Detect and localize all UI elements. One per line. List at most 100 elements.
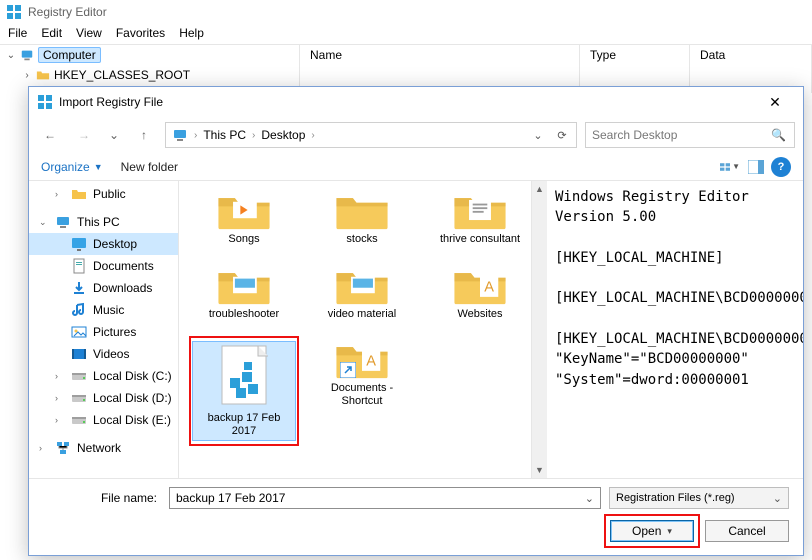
preview-pane-button[interactable] bbox=[745, 156, 767, 178]
folder-icon bbox=[71, 186, 87, 202]
nav-item-pictures[interactable]: Pictures bbox=[29, 321, 178, 343]
nav-item-music[interactable]: Music bbox=[29, 299, 178, 321]
nav-back-button[interactable]: ← bbox=[37, 122, 63, 148]
breadcrumb-thispc[interactable]: This PC bbox=[203, 128, 246, 142]
file-item[interactable]: A Websites bbox=[425, 262, 535, 323]
disk-icon bbox=[71, 368, 87, 384]
breadcrumb-dropdown[interactable]: ⌄ bbox=[528, 125, 548, 145]
nav-item-label: Music bbox=[93, 303, 124, 317]
refresh-button[interactable]: ⟳ bbox=[552, 125, 572, 145]
nav-item-label: Desktop bbox=[93, 237, 137, 251]
nav-item-documents[interactable]: Documents bbox=[29, 255, 178, 277]
filename-label: File name: bbox=[43, 491, 161, 505]
cancel-button[interactable]: Cancel bbox=[705, 520, 789, 542]
nav-item-local-disk-c-[interactable]: › Local Disk (C:) bbox=[29, 365, 178, 387]
nav-item-label: Network bbox=[77, 441, 121, 455]
files-scrollbar[interactable]: ▲ ▼ bbox=[531, 181, 547, 478]
nav-history-dropdown[interactable]: ⌄ bbox=[105, 122, 123, 148]
search-icon: 🔍 bbox=[771, 128, 786, 142]
regedit-menubar: File Edit View Favorites Help bbox=[0, 24, 812, 44]
folder-shortcut-icon: A bbox=[334, 338, 390, 380]
file-item[interactable]: video material bbox=[307, 262, 417, 323]
file-label: Songs bbox=[228, 233, 259, 246]
file-item[interactable]: backup 17 Feb 2017 bbox=[193, 342, 295, 439]
regedit-title: Registry Editor bbox=[28, 5, 107, 19]
filename-input[interactable]: backup 17 Feb 2017 bbox=[169, 487, 601, 509]
file-item[interactable]: Songs bbox=[189, 187, 299, 248]
disk-icon bbox=[71, 390, 87, 406]
file-label: video material bbox=[328, 308, 396, 321]
chevron-right-icon: › bbox=[194, 130, 197, 141]
highlighted-file: backup 17 Feb 2017 bbox=[189, 336, 299, 445]
help-button[interactable]: ? bbox=[771, 157, 791, 177]
nav-item-local-disk-d-[interactable]: ›Local Disk (D:) bbox=[29, 387, 178, 409]
nav-item-downloads[interactable]: Downloads bbox=[29, 277, 178, 299]
filetype-filter[interactable]: Registration Files (*.reg) bbox=[609, 487, 789, 509]
folder-image-icon bbox=[334, 264, 390, 306]
videos-icon bbox=[71, 346, 87, 362]
regedit-titlebar: Registry Editor bbox=[0, 0, 812, 24]
chevron-right-icon[interactable]: › bbox=[55, 393, 65, 403]
nav-item-desktop[interactable]: Desktop bbox=[29, 233, 178, 255]
nav-item-label: Downloads bbox=[93, 281, 152, 295]
chevron-right-icon[interactable]: › bbox=[55, 415, 65, 425]
open-button[interactable]: Open bbox=[610, 520, 694, 542]
file-label: backup 17 Feb 2017 bbox=[195, 412, 293, 437]
chevron-right-icon[interactable]: › bbox=[55, 189, 65, 199]
download-icon bbox=[71, 280, 87, 296]
breadcrumb-desktop[interactable]: Desktop bbox=[261, 128, 305, 142]
regedit-icon bbox=[37, 94, 53, 110]
file-label: troubleshooter bbox=[209, 308, 279, 321]
menu-help[interactable]: Help bbox=[179, 26, 204, 40]
chevron-down-icon[interactable]: ⌄ bbox=[6, 50, 16, 61]
regedit-icon bbox=[6, 4, 22, 20]
menu-edit[interactable]: Edit bbox=[41, 26, 62, 40]
chevron-right-icon[interactable]: › bbox=[22, 70, 32, 81]
nav-item-label: Documents bbox=[93, 259, 154, 273]
tree-node-hkcr[interactable]: HKEY_CLASSES_ROOT bbox=[54, 68, 190, 82]
nav-item-network[interactable]: › Network bbox=[29, 437, 178, 459]
chevron-right-icon[interactable]: › bbox=[55, 371, 65, 381]
nav-item-public[interactable]: › Public bbox=[29, 183, 178, 205]
nav-item-label: Local Disk (C:) bbox=[93, 369, 172, 383]
view-options-button[interactable]: ▼ bbox=[719, 156, 741, 178]
chevron-right-icon: › bbox=[252, 130, 255, 141]
new-folder-button[interactable]: New folder bbox=[121, 160, 178, 174]
menu-view[interactable]: View bbox=[76, 26, 102, 40]
file-label: stocks bbox=[346, 233, 377, 246]
dialog-title: Import Registry File bbox=[59, 95, 163, 109]
nav-item-label: Local Disk (E:) bbox=[93, 413, 171, 427]
menu-favorites[interactable]: Favorites bbox=[116, 26, 165, 40]
chevron-right-icon: › bbox=[311, 130, 314, 141]
folder-icon bbox=[36, 68, 50, 82]
file-item[interactable]: ADocuments - Shortcut bbox=[307, 336, 417, 445]
nav-item-label: This PC bbox=[77, 215, 120, 229]
nav-item-label: Videos bbox=[93, 347, 129, 361]
file-item[interactable]: thrive consultant bbox=[425, 187, 535, 248]
chevron-right-icon[interactable]: › bbox=[39, 443, 49, 453]
folder-font-icon: A bbox=[452, 264, 508, 306]
organize-button[interactable]: Organize ▼ bbox=[41, 160, 103, 174]
scroll-up-icon[interactable]: ▲ bbox=[532, 181, 547, 197]
regfile-icon bbox=[214, 344, 274, 410]
files-pane[interactable]: Songs stocks thrive consultant troubleshoot… bbox=[179, 181, 547, 478]
file-item[interactable]: troubleshooter bbox=[189, 262, 299, 323]
desktop-icon bbox=[71, 236, 87, 252]
menu-file[interactable]: File bbox=[8, 26, 27, 40]
nav-item-label: Pictures bbox=[93, 325, 136, 339]
chevron-down-icon[interactable]: ⌄ bbox=[39, 217, 49, 228]
nav-pane[interactable]: › Public ⌄ This PC Desktop Documents Downloads… bbox=[29, 181, 179, 478]
file-item[interactable]: stocks bbox=[307, 187, 417, 248]
file-label: Websites bbox=[457, 308, 502, 321]
nav-item-local-disk-e-[interactable]: › Local Disk (E:) bbox=[29, 409, 178, 431]
close-button[interactable]: ✕ bbox=[755, 94, 795, 111]
nav-forward-button[interactable]: → bbox=[71, 122, 97, 148]
breadcrumb[interactable]: › This PC › Desktop › ⌄ ⟳ bbox=[165, 122, 577, 148]
nav-item-videos[interactable]: Videos bbox=[29, 343, 178, 365]
search-input[interactable]: Search Desktop 🔍 bbox=[585, 122, 795, 148]
nav-item-label: Public bbox=[93, 187, 126, 201]
scroll-down-icon[interactable]: ▼ bbox=[532, 462, 547, 478]
nav-item-this-pc[interactable]: ⌄ This PC bbox=[29, 211, 178, 233]
nav-up-button[interactable]: ↑ bbox=[131, 122, 157, 148]
tree-node-computer[interactable]: Computer bbox=[38, 47, 101, 63]
